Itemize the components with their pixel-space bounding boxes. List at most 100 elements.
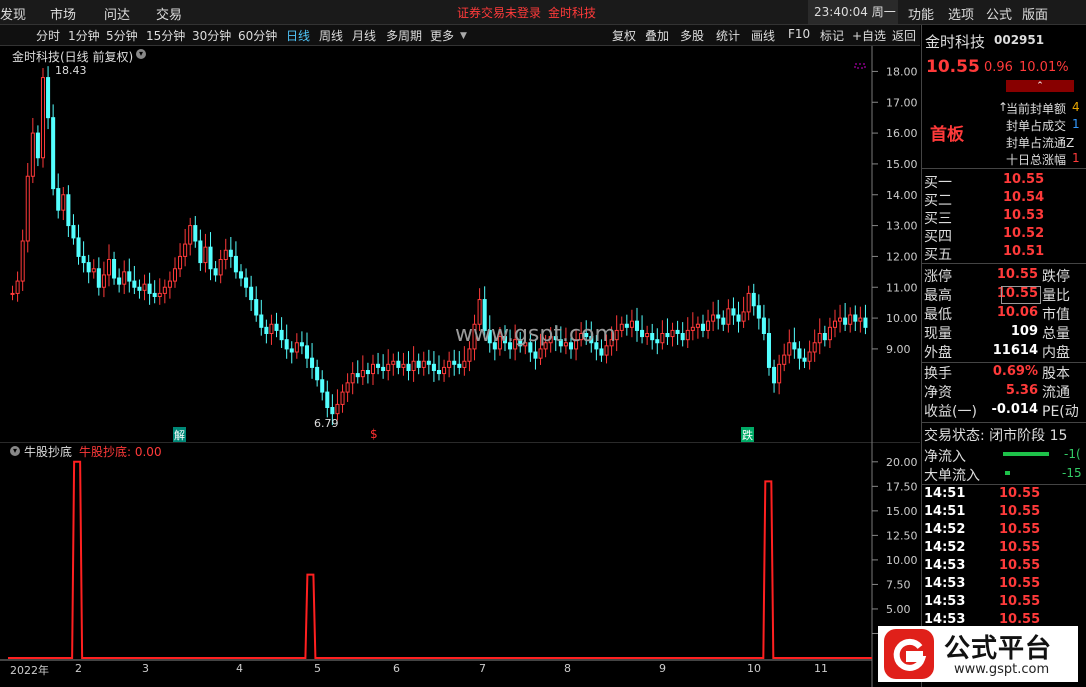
- seal-label-1: 当前封单额: [1006, 102, 1067, 116]
- tick-row[interactable]: 14:51 10.55: [921, 486, 1086, 504]
- bid-row[interactable]: 买二 10.54: [921, 190, 1086, 209]
- flow-label-2: 大单流入: [924, 468, 980, 484]
- tf-timeshare[interactable]: 分时: [36, 27, 60, 44]
- candle-body: [218, 259, 223, 276]
- candle-body: [299, 342, 304, 347]
- bid-row[interactable]: 买五 10.51: [921, 244, 1086, 263]
- chevron-down-icon[interactable]: ▼: [460, 31, 467, 41]
- candle-body: [792, 342, 797, 350]
- candle-body: [330, 407, 335, 415]
- tick-time: 14:51: [924, 486, 966, 501]
- tf-multi[interactable]: 多周期: [386, 27, 422, 44]
- bid-row[interactable]: 买一 10.55: [921, 172, 1086, 191]
- tf-60min[interactable]: 60分钟: [238, 27, 277, 44]
- chevron-down-icon[interactable]: ▾: [10, 446, 20, 456]
- tick-row[interactable]: 14:52 10.55: [921, 522, 1086, 540]
- tf-5min[interactable]: 5分钟: [106, 27, 138, 44]
- candle-body: [289, 348, 294, 353]
- menu-trade[interactable]: 交易: [156, 4, 182, 23]
- y-tick-label: 11.00: [886, 281, 918, 294]
- highlight-box: [1001, 286, 1041, 304]
- candle-body: [345, 382, 350, 393]
- candle-body: [802, 357, 807, 362]
- tick-row[interactable]: 14:51 10.55: [921, 504, 1086, 522]
- divider: [921, 484, 1086, 485]
- candle-body: [650, 333, 655, 341]
- btn-multistock[interactable]: 多股: [680, 27, 704, 44]
- btn-add-watch[interactable]: +自选: [852, 27, 886, 44]
- tick-row[interactable]: 14:53 10.55: [921, 558, 1086, 576]
- candle-body: [249, 286, 254, 301]
- menu-ask[interactable]: 问达: [104, 4, 130, 23]
- candle-body: [807, 351, 812, 362]
- tick-list[interactable]: 14:51 10.55 14:51 10.55 14:52 10.55 14:52 10.55…: [921, 486, 1086, 626]
- tick-price: 10.55: [999, 558, 1041, 573]
- y-tick-label: 17.00: [886, 96, 918, 109]
- candle-body: [325, 391, 330, 409]
- btn-back[interactable]: 返回: [892, 27, 916, 44]
- btn-adjust[interactable]: 复权: [612, 27, 636, 44]
- candle-body: [152, 292, 157, 298]
- bid-price: 10.55: [1003, 172, 1045, 187]
- candle-body: [391, 360, 396, 365]
- login-notice[interactable]: 证券交易未登录: [457, 4, 541, 21]
- btn-mark[interactable]: 标记: [820, 27, 844, 44]
- candle-body: [310, 357, 315, 368]
- menu-market[interactable]: 市场: [50, 4, 76, 23]
- menu-discover[interactable]: 发现: [0, 4, 26, 23]
- gspt-logo: 公式平台 www.gspt.com: [878, 626, 1078, 682]
- flow-bar-1: [1003, 452, 1049, 456]
- bid-label: 买四: [924, 229, 952, 245]
- chevron-down-icon[interactable]: ▾: [136, 49, 146, 59]
- divider: [921, 263, 1086, 264]
- tick-time: 14:53: [924, 594, 966, 609]
- marker-fall[interactable]: 跌: [741, 427, 754, 443]
- tf-weekly[interactable]: 周线: [319, 27, 343, 44]
- marker-unlock[interactable]: 解: [173, 427, 186, 443]
- menu-options[interactable]: 选项: [948, 4, 974, 23]
- btn-stats[interactable]: 统计: [716, 27, 740, 44]
- stat-label: PE(动: [1042, 404, 1079, 420]
- candle-body: [772, 366, 777, 384]
- menu-function[interactable]: 功能: [908, 4, 934, 23]
- candle-body: [746, 292, 751, 313]
- menu-layout[interactable]: 版面: [1022, 4, 1048, 23]
- tf-monthly[interactable]: 月线: [352, 27, 376, 44]
- bid-row[interactable]: 买三 10.53: [921, 208, 1086, 227]
- x-axis: 2022年 2 3 4 5 6 7 8 9 10 11: [0, 662, 872, 677]
- indicator-chart[interactable]: 20.0017.5015.0012.5010.007.505.002.50: [0, 442, 920, 687]
- tf-more[interactable]: 更多: [430, 27, 454, 44]
- tick-row[interactable]: 14:52 10.55: [921, 540, 1086, 558]
- tick-price: 10.55: [999, 504, 1041, 519]
- logo-title: 公式平台: [944, 634, 1053, 664]
- marker-dollar[interactable]: $: [370, 427, 378, 441]
- candle-body: [304, 345, 310, 359]
- stat-label: 股本: [1042, 366, 1070, 382]
- flow-value-1: -1(: [1064, 447, 1081, 461]
- candle-body: [756, 305, 761, 319]
- tf-1min[interactable]: 1分钟: [68, 27, 100, 44]
- chevron-up-icon[interactable]: ⌃: [1006, 80, 1074, 92]
- tick-row[interactable]: 14:53 10.55: [921, 612, 1086, 626]
- candle-body: [533, 351, 538, 359]
- kline-chart[interactable]: 18.00 17.00 16.00 15.00 14.00 13.00 12.00 11.00…: [0, 46, 920, 442]
- btn-f10[interactable]: F10: [788, 27, 810, 41]
- candle-body: [777, 363, 782, 384]
- x-tick-label: 4: [236, 662, 243, 675]
- trade-state: 交易状态: 闭市阶段 15: [924, 428, 1068, 444]
- x-tick-label: 7: [479, 662, 486, 675]
- indicator-name[interactable]: 牛股抄底: [24, 443, 72, 460]
- bid-row[interactable]: 买四 10.52: [921, 226, 1086, 245]
- tf-15min[interactable]: 15分钟: [146, 27, 185, 44]
- seal-label-3: 封单占流通Z: [1006, 136, 1075, 150]
- tick-row[interactable]: 14:53 10.55: [921, 576, 1086, 594]
- candle-body: [101, 274, 106, 288]
- tick-row[interactable]: 14:53 10.55: [921, 594, 1086, 612]
- tf-30min[interactable]: 30分钟: [192, 27, 231, 44]
- tf-daily[interactable]: 日线: [286, 27, 310, 44]
- menu-formula[interactable]: 公式: [986, 4, 1012, 23]
- stat-label: 现量: [924, 326, 952, 342]
- btn-drawline[interactable]: 画线: [751, 27, 775, 44]
- btn-overlay[interactable]: 叠加: [645, 27, 669, 44]
- candle-body: [832, 320, 838, 328]
